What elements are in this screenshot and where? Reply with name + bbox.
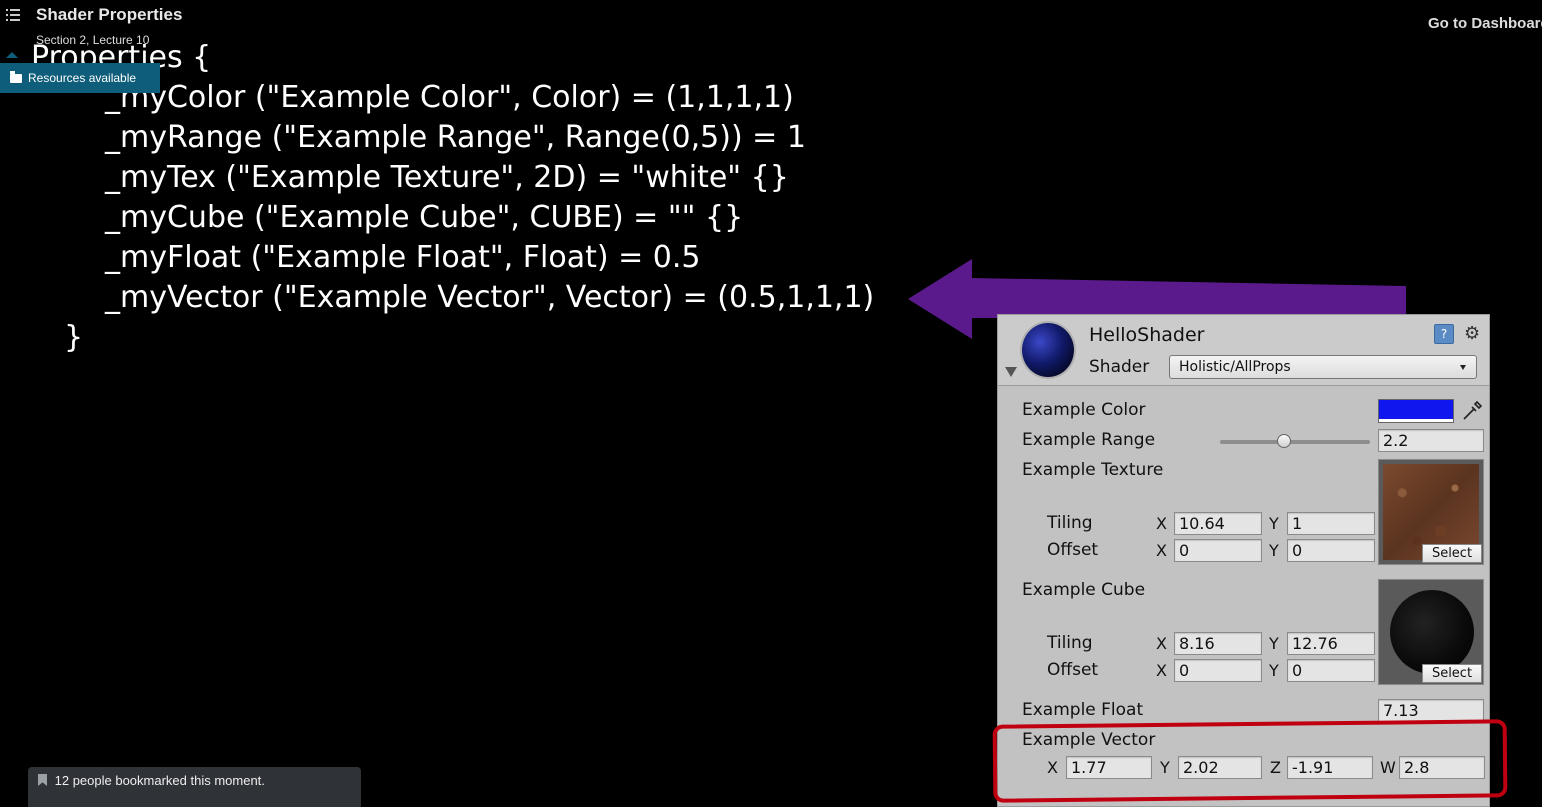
cube-offset-label: Offset <box>1047 660 1099 680</box>
example-range-slider-thumb[interactable] <box>1277 434 1291 448</box>
inspector-header: HelloShader Shader Holistic/AllProps ? ⚙ <box>998 315 1489 386</box>
cubemap-thumbnail[interactable]: Select <box>1378 579 1484 685</box>
eyedropper-icon[interactable] <box>1460 399 1484 423</box>
cube-tiling-y-field[interactable]: 12.76 <box>1287 632 1375 655</box>
material-preview-sphere <box>1022 323 1074 377</box>
shader-dropdown[interactable]: Holistic/AllProps <box>1169 355 1477 379</box>
example-float-field[interactable]: 7.13 <box>1378 699 1484 722</box>
fold-triangle-icon[interactable] <box>1005 367 1017 377</box>
example-cube-label: Example Cube <box>1022 580 1146 600</box>
bookmark-text: 12 people bookmarked this moment. <box>54 773 265 788</box>
axis-y-label: Y <box>1269 634 1279 653</box>
cube-offset-x-field[interactable]: 0 <box>1174 659 1262 682</box>
axis-x-label: X <box>1156 661 1167 680</box>
vector-highlight-annotation <box>992 719 1508 803</box>
shader-label: Shader <box>1089 357 1150 377</box>
cube-tiling-x-field[interactable]: 8.16 <box>1174 632 1262 655</box>
axis-y-label: Y <box>1269 661 1279 680</box>
example-float-label: Example Float <box>1022 700 1144 720</box>
texture-tiling-y-field[interactable]: 1 <box>1287 512 1375 535</box>
example-color-swatch[interactable] <box>1378 399 1454 423</box>
help-book-icon[interactable]: ? <box>1434 324 1454 344</box>
texture-tiling-label: Tiling <box>1047 513 1093 533</box>
texture-offset-label: Offset <box>1047 540 1099 560</box>
chevron-down-icon <box>1460 365 1466 370</box>
cube-offset-y-field[interactable]: 0 <box>1287 659 1375 682</box>
example-range-label: Example Range <box>1022 430 1156 450</box>
shader-dropdown-value: Holistic/AllProps <box>1179 359 1291 375</box>
texture-tiling-x-field[interactable]: 10.64 <box>1174 512 1262 535</box>
gear-icon[interactable]: ⚙ <box>1464 323 1480 344</box>
example-color-label: Example Color <box>1022 400 1146 420</box>
cubemap-select-button[interactable]: Select <box>1422 664 1482 683</box>
example-range-slider-track[interactable] <box>1220 440 1370 444</box>
texture-thumbnail[interactable]: Select <box>1378 459 1484 565</box>
axis-x-label: X <box>1156 541 1167 560</box>
bookmark-icon <box>38 774 47 786</box>
axis-x-label: X <box>1156 634 1167 653</box>
bookmark-notice[interactable]: 12 people bookmarked this moment. <box>28 767 361 807</box>
texture-select-button[interactable]: Select <box>1422 544 1482 563</box>
texture-offset-y-field[interactable]: 0 <box>1287 539 1375 562</box>
example-texture-label: Example Texture <box>1022 460 1164 480</box>
cubemap-sphere-image <box>1390 590 1474 674</box>
example-range-field[interactable]: 2.2 <box>1378 429 1484 452</box>
axis-y-label: Y <box>1269 514 1279 533</box>
cube-tiling-label: Tiling <box>1047 633 1093 653</box>
axis-y-label: Y <box>1269 541 1279 560</box>
axis-x-label: X <box>1156 514 1167 533</box>
material-name: HelloShader <box>1089 324 1205 346</box>
texture-offset-x-field[interactable]: 0 <box>1174 539 1262 562</box>
